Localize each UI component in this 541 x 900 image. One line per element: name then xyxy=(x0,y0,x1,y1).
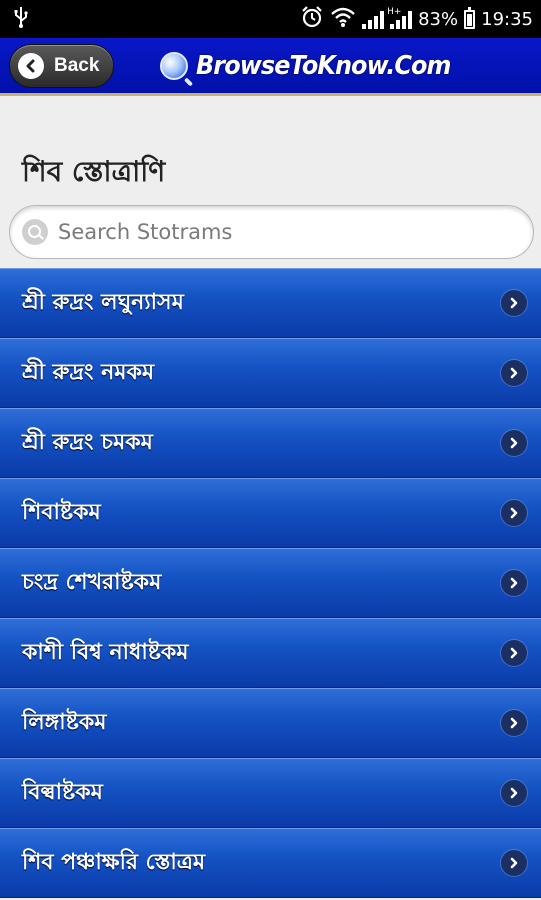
list-item-label: শ্রী রুদ্রং নমকম xyxy=(22,359,155,385)
chevron-right-icon xyxy=(501,640,527,666)
chevron-right-icon xyxy=(501,850,527,876)
list-item[interactable]: লিঙ্গাষ্টকম xyxy=(0,688,541,758)
signal-icon-sim1 xyxy=(362,9,385,29)
alarm-icon xyxy=(300,5,324,34)
list-item[interactable]: শিব পঞ্চাক্ষরি স্তোত্রম xyxy=(0,828,541,898)
chevron-right-icon xyxy=(501,780,527,806)
status-left xyxy=(14,6,28,33)
list-item[interactable]: শ্রী রুদ্রং নমকম xyxy=(0,338,541,408)
battery-icon xyxy=(464,6,476,29)
back-label: Back xyxy=(54,55,100,76)
chevron-right-icon xyxy=(501,710,527,736)
list-item-label: লিঙ্গাষ্টকম xyxy=(22,709,107,735)
search-icon xyxy=(22,219,48,245)
search-input[interactable] xyxy=(56,219,500,245)
list-item[interactable]: শ্রী রুদ্রং চমকম xyxy=(0,408,541,478)
list-item-label: শিব পঞ্চাক্ষরি স্তোত্রম xyxy=(22,849,206,875)
list-item[interactable]: চংদ্র শেখরাষ্টকম xyxy=(0,548,541,618)
list-item-label: চংদ্র শেখরাষ্টকম xyxy=(22,569,162,595)
list-item-label: কাশী বিশ্ব নাধাষ্টকম xyxy=(22,639,189,665)
brand-text: BrowseToKnow.Com xyxy=(196,51,451,81)
list-item[interactable]: শ্রী রুদ্রং লঘুন্যাসম xyxy=(0,268,541,338)
status-right: H+ 83% 19:35 xyxy=(300,5,533,34)
network-type-label: H+ xyxy=(387,7,402,17)
signal-icon-sim2: H+ xyxy=(387,7,413,29)
stotram-list: শ্রী রুদ্রং লঘুন্যাসম শ্রী রুদ্রং নমকম শ… xyxy=(0,268,541,898)
magnifier-globe-icon xyxy=(160,52,188,80)
wifi-icon xyxy=(330,6,356,33)
list-item[interactable]: বিল্বাষ্টকম xyxy=(0,758,541,828)
status-bar: H+ 83% 19:35 xyxy=(0,0,541,38)
search-bar[interactable] xyxy=(9,205,534,259)
list-item-label: শ্রী রুদ্রং চমকম xyxy=(22,429,153,455)
chevron-right-icon xyxy=(501,570,527,596)
list-item[interactable]: কাশী বিশ্ব নাধাষ্টকম xyxy=(0,618,541,688)
clock: 19:35 xyxy=(481,8,533,30)
usb-icon xyxy=(14,6,28,33)
chevron-right-icon xyxy=(501,290,527,316)
app-header: Back BrowseToKnow.Com xyxy=(0,38,541,96)
chevron-right-icon xyxy=(501,500,527,526)
list-item-label: শিবাষ্টকম xyxy=(22,499,101,525)
chevron-right-icon xyxy=(501,430,527,456)
chevron-right-icon xyxy=(501,360,527,386)
back-arrow-icon xyxy=(18,53,44,79)
back-button[interactable]: Back xyxy=(9,44,114,88)
list-item-label: শ্রী রুদ্রং লঘুন্যাসম xyxy=(22,289,184,315)
brand-logo: BrowseToKnow.Com xyxy=(160,46,473,86)
battery-percent: 83% xyxy=(418,8,459,30)
list-item[interactable]: শিবাষ্টকম xyxy=(0,478,541,548)
list-item-label: বিল্বাষ্টকম xyxy=(22,779,103,805)
page-title: শিব স্তোত্রাণি xyxy=(22,155,166,188)
